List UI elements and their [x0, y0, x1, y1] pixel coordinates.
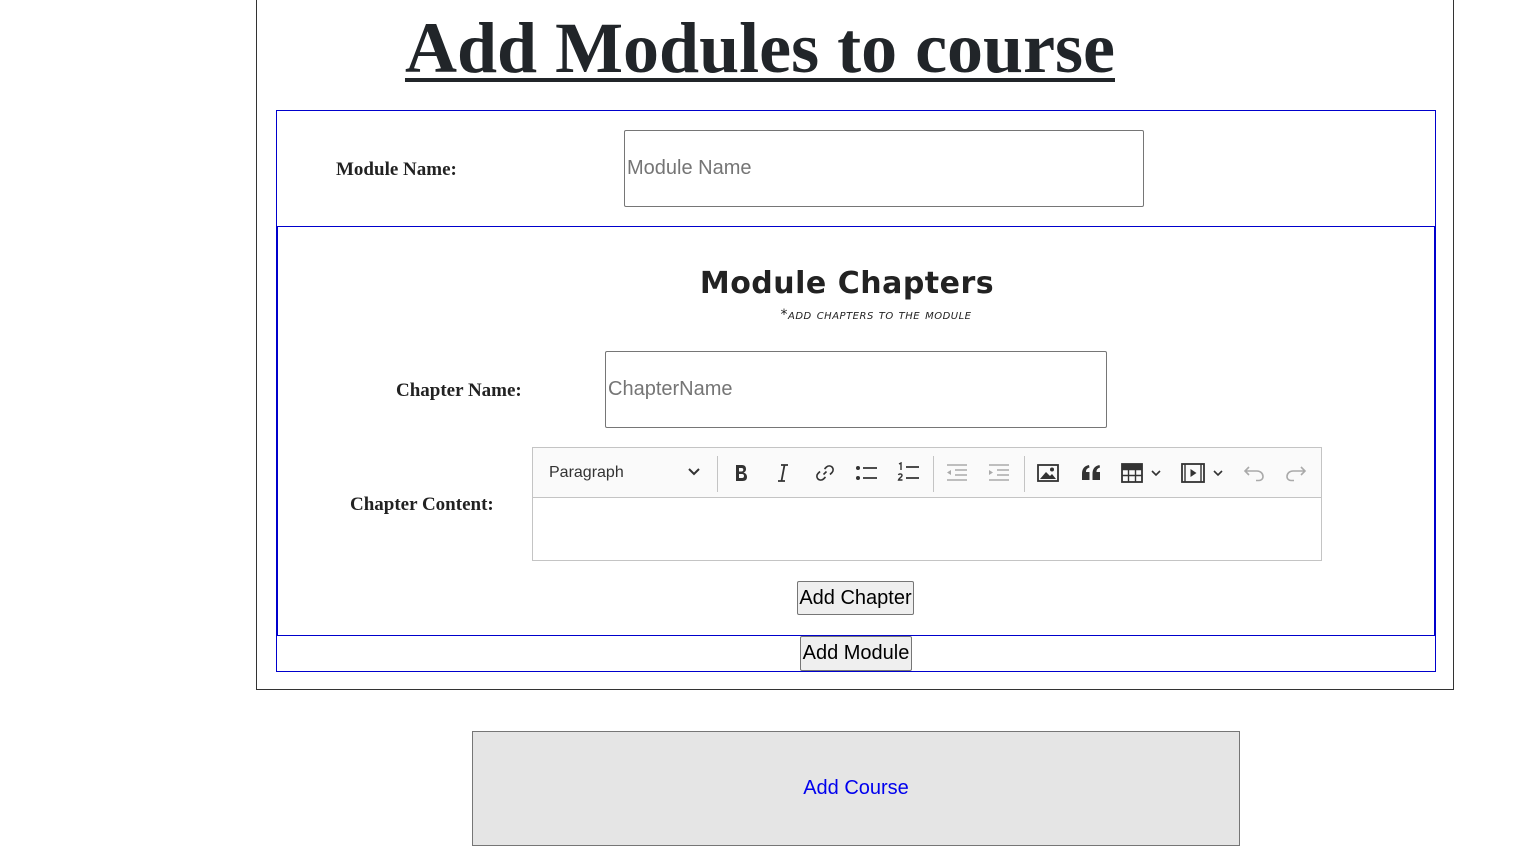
page-title: Add Modules to course [404, 8, 1115, 88]
module-name-input[interactable] [624, 130, 1144, 207]
chapter-name-label: Chapter Name: [396, 380, 522, 401]
media-icon[interactable] [1179, 457, 1229, 489]
bold-icon[interactable] [727, 457, 755, 489]
add-chapter-button[interactable]: Add Chapter [797, 581, 914, 615]
indent-icon[interactable] [985, 457, 1013, 489]
link-icon[interactable] [811, 457, 839, 489]
editor-toolbar: Paragraph [533, 448, 1321, 498]
outdent-icon[interactable] [943, 457, 971, 489]
table-icon[interactable] [1119, 457, 1169, 489]
italic-icon[interactable] [769, 457, 797, 489]
module-name-label: Module Name: [336, 159, 457, 180]
chevron-down-icon [687, 464, 701, 482]
bulleted-list-icon[interactable] [853, 457, 881, 489]
toolbar-separator [717, 456, 718, 492]
rich-text-editor: Paragraph [532, 447, 1322, 561]
add-course-button[interactable]: Add Course [472, 731, 1240, 846]
chapters-heading: Module Chapters [699, 266, 995, 301]
paragraph-format-dropdown[interactable]: Paragraph [537, 456, 713, 490]
toolbar-separator [1024, 456, 1025, 492]
numbered-list-icon[interactable] [895, 457, 923, 489]
add-module-button[interactable]: Add Module [800, 636, 912, 671]
redo-icon[interactable] [1282, 457, 1310, 489]
paragraph-format-value: Paragraph [549, 464, 624, 481]
chapter-content-label: Chapter Content: [350, 494, 494, 515]
blockquote-icon[interactable] [1077, 457, 1105, 489]
image-icon[interactable] [1034, 457, 1062, 489]
chapters-subheading: *add chapters to the module [780, 307, 972, 323]
undo-icon[interactable] [1240, 457, 1268, 489]
toolbar-separator [933, 456, 934, 492]
chapter-content-editor[interactable] [533, 498, 1321, 560]
chapter-name-input[interactable] [605, 351, 1107, 428]
